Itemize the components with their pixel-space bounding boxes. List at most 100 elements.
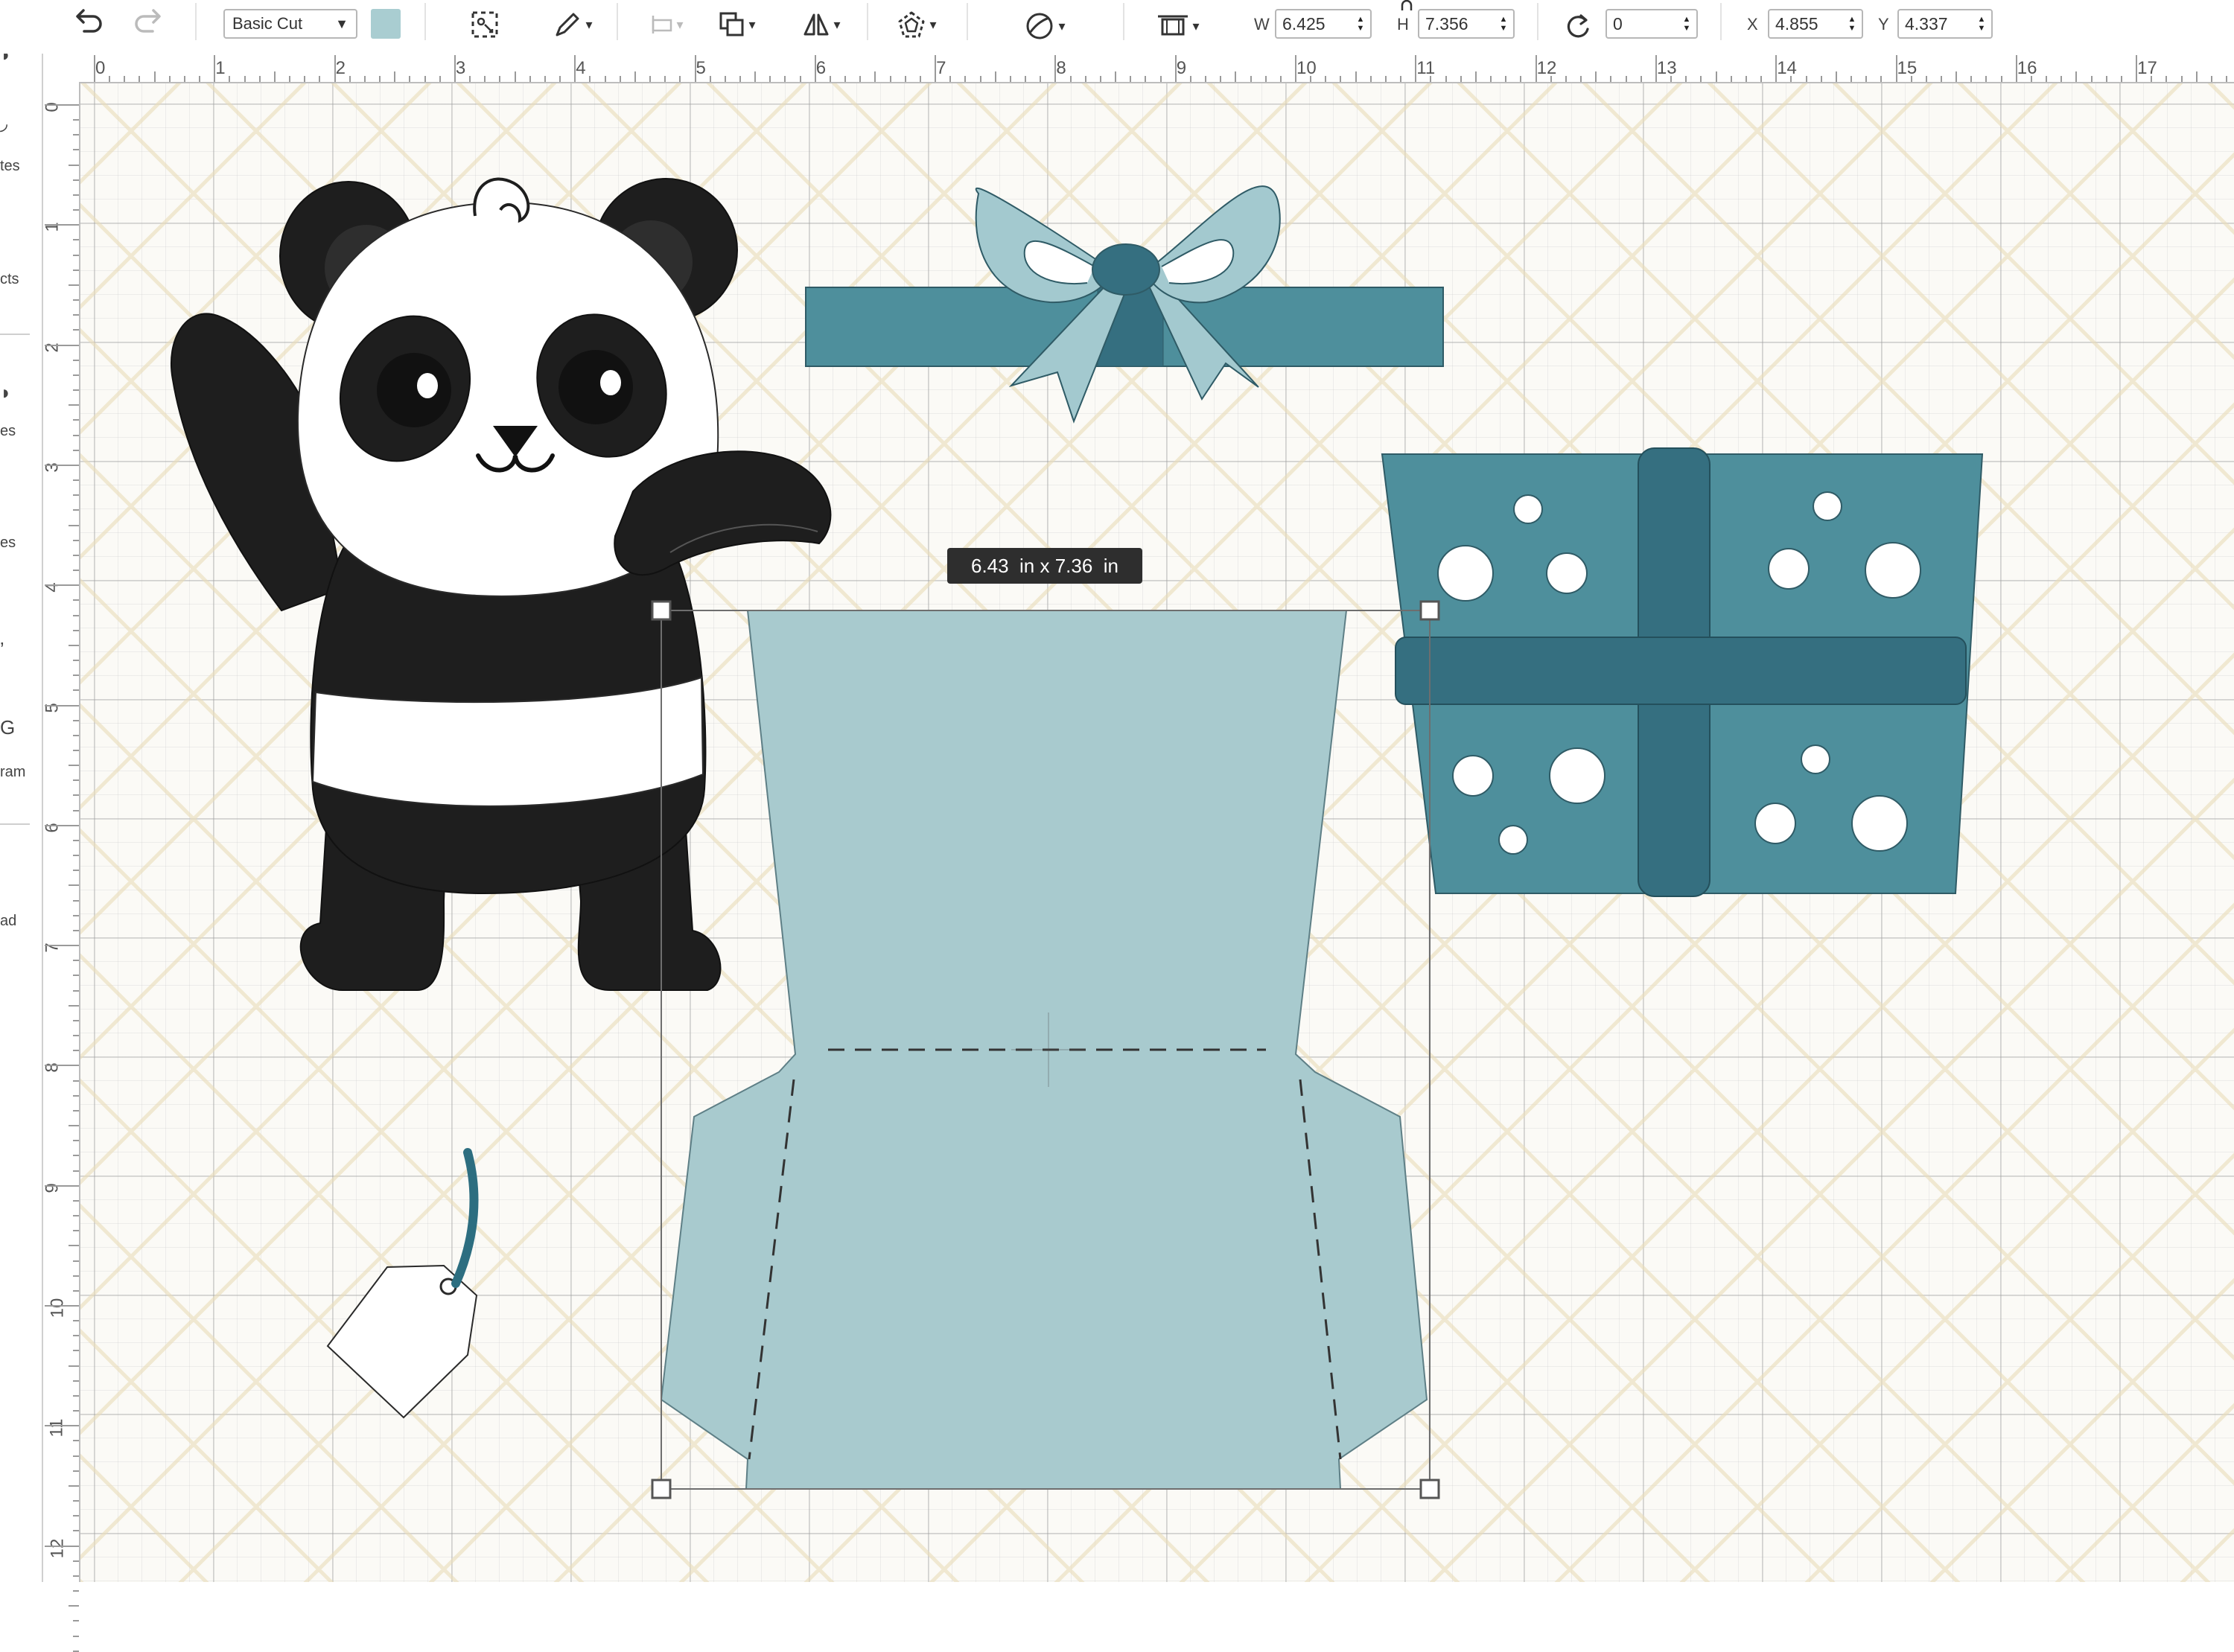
- ruler-number: 6: [815, 58, 827, 78]
- left-sidebar: ◗ tes ◞ cts ◗ es es ʼ G ram ad: [0, 54, 43, 1582]
- sidebar-item-shapes[interactable]: es: [0, 535, 16, 552]
- ruler-tick: [1025, 76, 1027, 82]
- rotate-stepper-icon[interactable]: ▲ ▼: [1680, 13, 1693, 34]
- ruler-number: 2: [335, 58, 346, 78]
- offset-dropdown[interactable]: ▾: [891, 7, 943, 42]
- ruler-tick: [1009, 76, 1011, 82]
- ruler-tick: [73, 975, 79, 977]
- height-input[interactable]: 7.356 ▲ ▼: [1418, 9, 1515, 39]
- gift-lid-strip[interactable]: [805, 287, 1444, 367]
- ruler-tick: [1130, 76, 1132, 82]
- box-template-shape[interactable]: [660, 610, 1428, 1490]
- sidebar-icon: ʼ: [0, 639, 4, 661]
- ruler-tick: [1099, 76, 1101, 82]
- ruler-tick: [484, 76, 486, 82]
- operation-select[interactable]: Basic Cut ▼: [223, 9, 357, 39]
- ruler-tick: [424, 76, 426, 82]
- ruler-tick: [1205, 76, 1207, 82]
- width-stepper-icon[interactable]: ▲ ▼: [1354, 13, 1367, 34]
- sidebar-item-templates[interactable]: tes: [0, 158, 20, 175]
- flip-icon: [803, 13, 829, 36]
- ruler-tick: [694, 55, 696, 82]
- toolbar-divider: [195, 3, 197, 40]
- ruler-tick: [619, 76, 621, 82]
- design-canvas[interactable]: [80, 83, 2234, 1582]
- width-input[interactable]: 6.425 ▲ ▼: [1275, 9, 1372, 39]
- sidebar-item-upload[interactable]: ad: [0, 913, 16, 930]
- offset-icon: [898, 11, 925, 38]
- ruler-tick: [919, 76, 921, 82]
- sidebar-item-monogram[interactable]: ram: [0, 764, 25, 781]
- selection-size-tooltip: 6.43 in x 7.36 in: [947, 548, 1142, 584]
- ruler-number: 8: [1056, 58, 1066, 78]
- ruler-tick: [1865, 76, 1868, 82]
- ruler-tick: [1159, 76, 1162, 82]
- ruler-tick: [1595, 71, 1597, 82]
- toolbar-divider: [1720, 3, 1722, 40]
- lock-proportions-button[interactable]: [1397, 0, 1416, 10]
- gift-box[interactable]: [1381, 447, 1984, 897]
- toolbar-divider: [424, 3, 426, 40]
- redo-button[interactable]: [131, 3, 168, 36]
- height-stepper-icon[interactable]: ▲ ▼: [1497, 13, 1510, 34]
- vertical-ruler: 0 1 2 3 4 5 6 7 8 9 10 11 12: [42, 82, 80, 1652]
- ruler-tick: [73, 1350, 79, 1352]
- ruler-tick: [73, 1079, 79, 1082]
- ruler-tick: [45, 344, 79, 346]
- ruler-tick: [73, 179, 79, 181]
- ruler-tick: [109, 76, 111, 82]
- sidebar-item-images[interactable]: es: [0, 423, 16, 440]
- ruler-number: 7: [936, 58, 946, 78]
- ruler-tick: [2226, 76, 2228, 82]
- resize-handle[interactable]: [651, 600, 672, 621]
- y-stepper-icon[interactable]: ▲ ▼: [1975, 13, 1988, 34]
- resize-handle[interactable]: [1419, 600, 1440, 621]
- ruler-tick: [319, 76, 321, 82]
- material-color-swatch[interactable]: [371, 9, 401, 39]
- ruler-tick: [69, 1004, 79, 1007]
- chevron-down-icon: ▾: [585, 17, 593, 32]
- ruler-tick: [73, 870, 79, 872]
- x-stepper-icon[interactable]: ▲ ▼: [1845, 13, 1859, 34]
- ruler-tick: [73, 1260, 79, 1262]
- ruler-tick: [45, 1184, 79, 1187]
- edit-selection-button[interactable]: [468, 7, 502, 42]
- x-position-input[interactable]: 4.855 ▲ ▼: [1768, 9, 1863, 39]
- warp-dropdown[interactable]: ▾: [1019, 9, 1071, 43]
- horizontal-ruler: 0 1 2 3 4 5 6 7 8 9 10 11 12 13 14 15 16 17: [43, 54, 2234, 83]
- size-dropdown[interactable]: ▾: [1150, 9, 1206, 43]
- ruler-tick: [1295, 55, 1296, 82]
- ruler-tick: [73, 209, 79, 211]
- ruler-tick: [73, 134, 79, 136]
- ruler-tick: [709, 76, 711, 82]
- ruler-tick: [73, 734, 79, 736]
- resize-handle[interactable]: [651, 1479, 672, 1499]
- pen-tool-dropdown[interactable]: ▾: [547, 7, 599, 42]
- ruler-tick: [69, 284, 79, 286]
- ruler-tick: [258, 76, 261, 82]
- ruler-tick: [73, 329, 79, 331]
- y-label: Y: [1878, 15, 1889, 34]
- ruler-tick: [69, 1484, 79, 1487]
- sidebar-item-projects[interactable]: cts: [0, 271, 19, 288]
- ruler-tick: [73, 299, 79, 302]
- flip-dropdown[interactable]: ▾: [795, 7, 847, 42]
- ruler-tick: [1145, 76, 1147, 82]
- gift-tag[interactable]: [326, 1148, 479, 1419]
- ruler-tick: [73, 1035, 79, 1037]
- undo-button[interactable]: [69, 3, 106, 36]
- y-position-input[interactable]: 4.337 ▲ ▼: [1897, 9, 1993, 39]
- ruler-tick: [73, 1380, 79, 1382]
- ruler-tick: [1069, 76, 1072, 82]
- rotate-input[interactable]: 0 ▲ ▼: [1606, 9, 1698, 39]
- ruler-tick: [73, 1530, 79, 1532]
- arrange-dropdown[interactable]: ▾: [712, 7, 763, 42]
- ruler-tick: [73, 239, 79, 241]
- ruler-tick: [1580, 76, 1582, 82]
- ruler-tick: [73, 570, 79, 572]
- ruler-tick: [73, 719, 79, 721]
- width-value: 6.425: [1282, 13, 1326, 34]
- resize-handle[interactable]: [1419, 1479, 1440, 1499]
- ruler-tick: [1384, 76, 1387, 82]
- undo-icon: [76, 9, 102, 33]
